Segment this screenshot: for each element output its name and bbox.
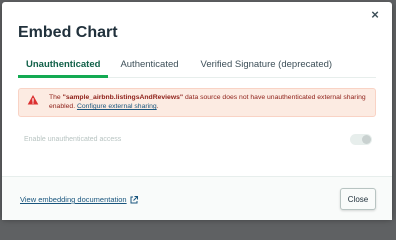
warning-banner: The "sample_airbnb.listingsAndReviews" d… xyxy=(18,88,376,117)
toggle-knob xyxy=(362,134,371,144)
tab-authenticated[interactable]: Authenticated xyxy=(112,54,186,78)
warning-icon xyxy=(27,95,39,105)
external-link-icon xyxy=(130,195,138,203)
unauthenticated-access-row: Enable unauthenticated access xyxy=(24,132,372,146)
view-embedding-documentation-link[interactable]: View embedding documentation xyxy=(20,195,138,204)
unauthenticated-access-toggle[interactable] xyxy=(350,133,372,145)
toggle-label: Enable unauthenticated access xyxy=(24,135,122,143)
doc-link-label: View embedding documentation xyxy=(20,195,127,204)
tab-bar: Unauthenticated Authenticated Verified S… xyxy=(18,54,376,78)
warning-message: The "sample_airbnb.listingsAndReviews" d… xyxy=(49,94,366,110)
close-button[interactable]: Close xyxy=(340,188,376,210)
close-icon[interactable]: × xyxy=(368,8,382,22)
tab-unauthenticated[interactable]: Unauthenticated xyxy=(18,54,109,78)
embed-chart-dialog: × Embed Chart Unauthenticated Authentica… xyxy=(2,2,392,220)
dialog-title: Embed Chart xyxy=(18,24,118,41)
tab-verified-signature[interactable]: Verified Signature (deprecated) xyxy=(193,54,341,78)
dialog-footer: View embedding documentation Close xyxy=(2,176,392,220)
data-source-name: "sample_airbnb.listingsAndReviews" xyxy=(62,94,184,101)
configure-external-sharing-link[interactable]: Configure external sharing xyxy=(77,103,157,110)
